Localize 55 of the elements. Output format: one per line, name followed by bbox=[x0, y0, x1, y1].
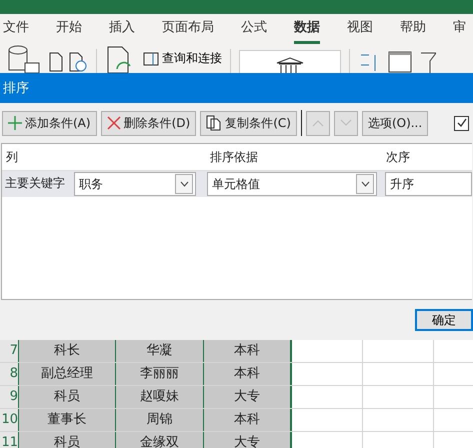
document-icons[interactable] bbox=[48, 51, 88, 73]
dialog-title: 排序 bbox=[3, 80, 29, 97]
table-cell: 本科 bbox=[204, 340, 292, 362]
chevron-down-icon bbox=[180, 181, 188, 187]
ribbon-tab[interactable]: 审 bbox=[453, 14, 466, 44]
table-cell: 大专 bbox=[204, 386, 292, 408]
table-cell: 副总经理 bbox=[19, 363, 116, 385]
table-cell: 大专 bbox=[204, 432, 292, 448]
table-cell: 科员 bbox=[19, 432, 116, 448]
x-icon bbox=[106, 116, 121, 130]
table-cell: 金缘双 bbox=[116, 432, 204, 448]
ribbon-tab[interactable]: 文件 bbox=[3, 14, 29, 44]
ribbon-tab[interactable]: 公式 bbox=[241, 14, 267, 44]
column-header: 排序依据 bbox=[209, 148, 259, 166]
ok-button[interactable]: 确定 bbox=[415, 309, 473, 331]
delete-level-button[interactable]: 删除条件(D) bbox=[100, 110, 196, 136]
ribbon-tab[interactable]: 视图 bbox=[347, 14, 373, 44]
table-cell: 科长 bbox=[19, 340, 116, 362]
ribbon-tab[interactable]: 插入 bbox=[109, 14, 135, 44]
row-number: 10 bbox=[0, 409, 19, 431]
ribbon-tab[interactable]: 帮助 bbox=[400, 14, 426, 44]
table-cell: 董事长 bbox=[19, 409, 116, 431]
options-button[interactable]: 选项(O)... bbox=[362, 110, 428, 136]
table-cell: 本科 bbox=[204, 409, 292, 431]
order-dropdown[interactable]: 升序 bbox=[385, 172, 472, 196]
bank-icon bbox=[275, 57, 305, 73]
chevron-down-icon bbox=[360, 181, 370, 187]
data-types-gallery[interactable] bbox=[239, 50, 341, 73]
column-header: 次序 bbox=[385, 148, 410, 166]
row-number: 9 bbox=[0, 386, 19, 408]
table-cell: 周锦 bbox=[116, 409, 204, 431]
copy-icon bbox=[206, 115, 222, 131]
ribbon-tab[interactable]: 页面布局 bbox=[162, 14, 214, 44]
copy-level-button[interactable]: 复制条件(C) bbox=[200, 110, 297, 136]
database-icon[interactable] bbox=[6, 45, 40, 73]
column-header: 列 bbox=[5, 148, 19, 166]
level-label: 主要关键字 bbox=[4, 175, 66, 192]
table-cell: 科员 bbox=[19, 386, 116, 408]
add-level-button[interactable]: 添加条件(A) bbox=[2, 110, 97, 136]
queries-connections-button[interactable]: 查询和连接 bbox=[143, 50, 222, 67]
row-number: 8 bbox=[0, 363, 19, 385]
row-number: 11 bbox=[0, 432, 19, 448]
sort-on-dropdown[interactable]: 单元格值 bbox=[207, 172, 377, 196]
table-cell: 李丽丽 bbox=[116, 363, 204, 385]
plus-icon bbox=[8, 116, 22, 130]
panel-icon bbox=[143, 52, 159, 66]
ribbon-tab[interactable]: 开始 bbox=[56, 14, 82, 44]
column-dropdown[interactable]: 职务 bbox=[74, 172, 196, 196]
sort-icon[interactable] bbox=[388, 51, 412, 73]
filter-icon[interactable] bbox=[420, 51, 436, 73]
table-cell: 本科 bbox=[204, 363, 292, 385]
table-cell: 华凝 bbox=[116, 340, 204, 362]
checkbox[interactable] bbox=[454, 116, 469, 130]
table-cell: 赵嗄妹 bbox=[116, 386, 204, 408]
row-number: 7 bbox=[0, 340, 19, 362]
